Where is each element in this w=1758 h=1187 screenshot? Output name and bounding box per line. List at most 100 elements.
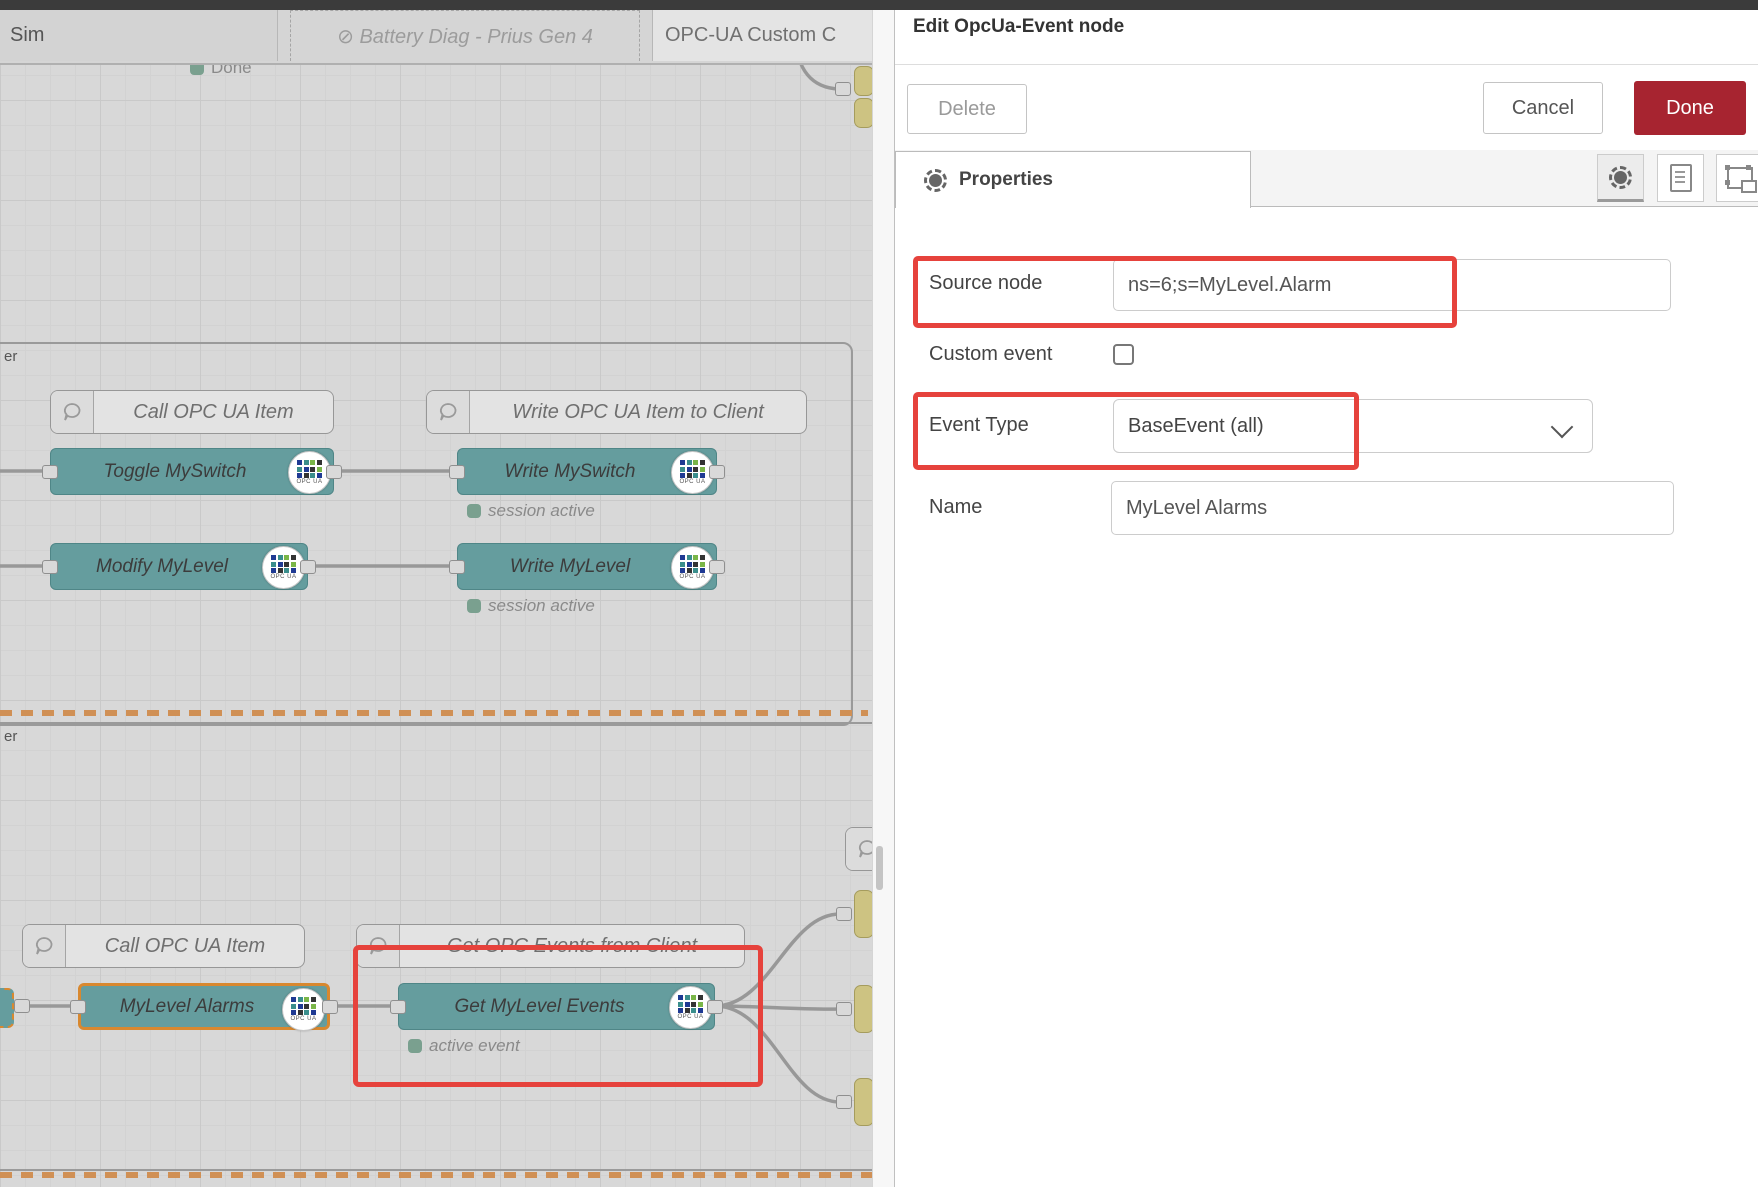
document-icon bbox=[1670, 164, 1692, 192]
node-port[interactable] bbox=[836, 907, 852, 921]
link-node[interactable] bbox=[854, 890, 872, 938]
flow-canvas[interactable]: ererCall OPC UA ItemWrite OPC UA Item to… bbox=[0, 0, 872, 1187]
status-dot bbox=[467, 504, 481, 518]
divider bbox=[895, 64, 1758, 65]
opcua-badge-text: OPC UA bbox=[296, 479, 322, 485]
opcua-logo bbox=[297, 460, 322, 478]
tab-sim[interactable]: Sim bbox=[0, 10, 278, 61]
tab-label: Sim bbox=[10, 24, 44, 47]
annotation-rect-canvas bbox=[353, 945, 763, 1087]
opcua-badge: OPC UA bbox=[282, 988, 325, 1031]
node-port[interactable] bbox=[449, 465, 465, 479]
node-red-editor: ererCall OPC UA ItemWrite OPC UA Item to… bbox=[0, 0, 1758, 1187]
opcua-logo bbox=[680, 555, 705, 573]
opcua-badge-text: OPC UA bbox=[679, 479, 705, 485]
node-port[interactable] bbox=[14, 999, 30, 1013]
panel-title: Edit OpcUa-Event node bbox=[913, 16, 1124, 38]
link-node[interactable] bbox=[854, 985, 872, 1033]
node-port[interactable] bbox=[300, 560, 316, 574]
opcua-badge-text: OPC UA bbox=[270, 574, 296, 580]
name-input[interactable]: MyLevel Alarms bbox=[1111, 481, 1674, 535]
edit-node-panel: Edit OpcUa-Event node Delete Cancel Done… bbox=[894, 0, 1758, 1187]
node-label: Write MyLevel bbox=[510, 556, 664, 578]
comment-node[interactable]: Call OPC UA Item bbox=[22, 924, 305, 968]
opcua-badge: OPC UA bbox=[288, 451, 331, 494]
delete-button[interactable]: Delete bbox=[907, 84, 1027, 134]
opcua-badge: OPC UA bbox=[262, 546, 305, 589]
node-label: Modify MyLevel bbox=[96, 556, 262, 578]
link-node[interactable] bbox=[854, 1078, 872, 1126]
opcua-logo bbox=[680, 460, 705, 478]
flow-node[interactable]: Toggle MySwitch OPC UA bbox=[50, 448, 334, 495]
tab-label: ⊘ Battery Diag - Prius Gen 4 bbox=[337, 24, 593, 49]
app-header-bar bbox=[0, 0, 1758, 10]
flow-node[interactable]: Write MySwitch OPC UA bbox=[457, 448, 717, 495]
node-port[interactable] bbox=[42, 465, 58, 479]
node-port[interactable] bbox=[326, 465, 342, 479]
scrollbar-thumb[interactable] bbox=[876, 846, 883, 890]
opcua-badge-text: OPC UA bbox=[679, 574, 705, 580]
node-port[interactable] bbox=[42, 560, 58, 574]
custom-event-label: Custom event bbox=[929, 343, 1052, 366]
tab-label: OPC-UA Custom C bbox=[665, 24, 836, 47]
status-text: session active bbox=[488, 596, 595, 616]
comment-icon-cell bbox=[23, 925, 66, 967]
properties-tab-label: Properties bbox=[959, 169, 1053, 191]
appearance-view-button[interactable] bbox=[1716, 154, 1758, 202]
flow-tab-bar: Sim ⊘ Battery Diag - Prius Gen 4 OPC-UA … bbox=[0, 10, 872, 65]
cancel-button[interactable]: Cancel bbox=[1483, 82, 1603, 134]
node-port[interactable] bbox=[709, 465, 725, 479]
opcua-logo bbox=[271, 555, 296, 573]
link-node[interactable] bbox=[854, 66, 872, 96]
event-type-select[interactable]: BaseEvent (all) bbox=[1113, 399, 1593, 453]
speech-bubble-icon bbox=[33, 935, 55, 957]
source-node-input[interactable]: ns=6;s=MyLevel.Alarm bbox=[1113, 259, 1671, 311]
node-port[interactable] bbox=[70, 1000, 86, 1014]
tab-opcua-custom[interactable]: OPC-UA Custom C bbox=[652, 10, 872, 61]
properties-view-button[interactable] bbox=[1597, 154, 1644, 202]
flow-node-clipped[interactable] bbox=[0, 988, 14, 1028]
node-port[interactable] bbox=[836, 1095, 852, 1109]
node-status: session active bbox=[467, 596, 595, 616]
group-icon bbox=[1727, 167, 1753, 189]
source-node-label: Source node bbox=[929, 272, 1042, 295]
comment-icon-cell bbox=[427, 391, 470, 433]
node-port[interactable] bbox=[835, 82, 851, 96]
flow-node[interactable]: Modify MyLevel OPC UA bbox=[50, 543, 308, 590]
status-dot bbox=[467, 599, 481, 613]
custom-event-checkbox[interactable] bbox=[1113, 344, 1134, 365]
node-port[interactable] bbox=[709, 560, 725, 574]
node-port[interactable] bbox=[836, 1002, 852, 1016]
link-node[interactable] bbox=[854, 98, 872, 128]
comment-icon-cell bbox=[846, 828, 872, 870]
opcua-badge-text: OPC UA bbox=[290, 1016, 316, 1022]
speech-bubble-icon bbox=[437, 401, 459, 423]
gear-icon bbox=[924, 169, 947, 192]
comment-node[interactable]: Call OPC UA Item bbox=[50, 390, 334, 434]
node-label: Toggle MySwitch bbox=[104, 461, 281, 483]
comment-label: Call OPC UA Item bbox=[94, 401, 333, 424]
done-button[interactable]: Done bbox=[1634, 81, 1746, 135]
opcua-logo bbox=[291, 997, 316, 1015]
node-label: Write MySwitch bbox=[505, 461, 670, 483]
speech-bubble-icon bbox=[856, 838, 872, 860]
flow-node[interactable]: Write MyLevel OPC UA bbox=[457, 543, 717, 590]
opcua-badge: OPC UA bbox=[671, 451, 714, 494]
comment-icon-cell bbox=[51, 391, 94, 433]
flow-node[interactable]: MyLevel AlarmsOPC UA bbox=[78, 983, 330, 1030]
node-port[interactable] bbox=[449, 560, 465, 574]
canvas-scrollbar[interactable] bbox=[872, 0, 895, 1187]
node-port[interactable] bbox=[322, 1000, 338, 1014]
node-label: MyLevel Alarms bbox=[120, 996, 288, 1018]
comment-node[interactable] bbox=[845, 827, 872, 871]
tab-properties[interactable]: Properties bbox=[895, 151, 1251, 208]
chevron-down-icon bbox=[1551, 416, 1574, 439]
name-label: Name bbox=[929, 496, 982, 519]
description-view-button[interactable] bbox=[1657, 154, 1704, 202]
event-type-value: BaseEvent (all) bbox=[1128, 415, 1264, 438]
comment-label: Call OPC UA Item bbox=[66, 935, 304, 958]
gear-icon bbox=[1609, 166, 1632, 189]
tab-battery-diag[interactable]: ⊘ Battery Diag - Prius Gen 4 bbox=[290, 10, 640, 61]
event-type-label: Event Type bbox=[929, 414, 1029, 437]
comment-node[interactable]: Write OPC UA Item to Client bbox=[426, 390, 807, 434]
